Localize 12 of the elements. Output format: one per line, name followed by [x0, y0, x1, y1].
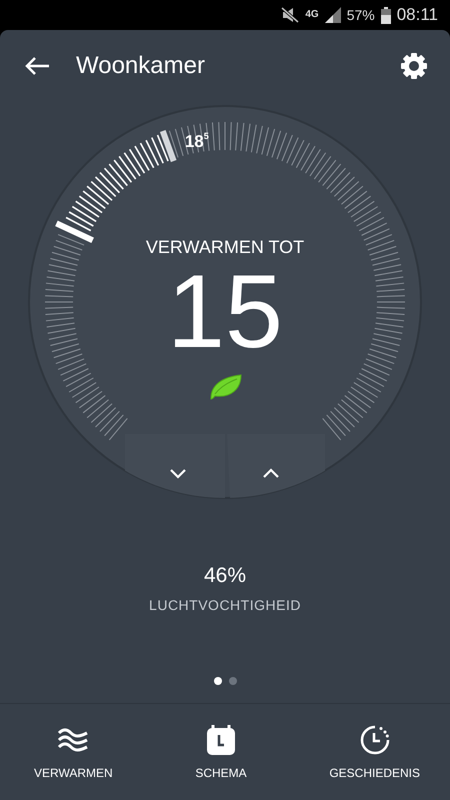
nav-tab[interactable]: SCHEMA	[185, 704, 257, 800]
humidity-value: 46%	[204, 564, 246, 588]
setpoint-value: 15	[167, 254, 283, 370]
nav-tab[interactable]: VERWARMEN	[24, 704, 123, 800]
nav-tab[interactable]: GESCHIEDENIS	[319, 704, 430, 800]
humidity-label: LUCHTVOCHTIGHEID	[149, 597, 301, 613]
room-title: Woonkamer	[76, 52, 206, 80]
clock: 08:11	[396, 5, 438, 25]
network-type: 4G	[305, 10, 319, 20]
battery-level: 57%	[346, 7, 375, 23]
current-temp: 18$^{5}$	[184, 130, 209, 151]
mode-label: VERWARMEN TOT	[146, 237, 304, 257]
